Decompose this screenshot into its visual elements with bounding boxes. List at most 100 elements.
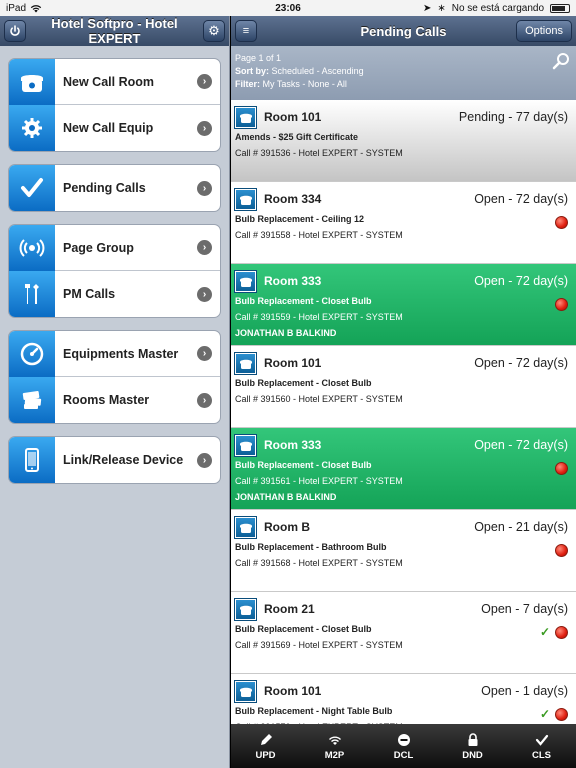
calls-list: Room 101 Pending - 77 day(s) Amends - $25 … [231,100,576,740]
left-panel: Hotel Softpro - Hotel EXPERT ⚙ New Call … [0,16,230,768]
telephone-icon [234,105,257,129]
call-status: Pending - 77 day(s) [458,110,568,124]
room-name: Room 101 [264,684,322,698]
cards-icon [9,377,55,423]
room-name: Room 21 [264,602,315,616]
room-name: Room 333 [264,274,322,288]
call-header: Room 333 Open - 72 day(s) [234,269,572,293]
menu-group: Link/Release Device › [8,436,221,484]
call-number: Call # 391536 - Hotel EXPERT - SYSTEM [235,148,403,158]
gear-icon [9,105,55,151]
menu-item-page-group[interactable]: Page Group › [9,225,220,271]
call-number: Call # 391560 - Hotel EXPERT - SYSTEM [235,394,403,404]
call-header: Room B Open - 21 day(s) [234,515,572,539]
priority-dot-icon [555,708,568,721]
call-status: Open - 72 day(s) [474,274,568,288]
call-description: Bulb Replacement - Closet Bulb [235,296,372,306]
call-row[interactable]: Room 21 Open - 7 day(s) Bulb Replacement -… [231,592,576,674]
menu-group: Page Group › PM Calls › [8,224,221,318]
call-row[interactable]: Room 334 Open - 72 day(s) Bulb Replacement… [231,182,576,264]
menu-item-rooms-master[interactable]: Rooms Master › [9,377,220,423]
settings-button[interactable]: ⚙ [203,20,225,42]
menu-item-label: Pending Calls [63,181,146,195]
menu-item-new-call-equip[interactable]: New Call Equip › [9,105,220,151]
menu-item-link-release-device[interactable]: Link/Release Device › [9,437,220,483]
chevron-right-icon: › [197,346,212,361]
tab-cls[interactable]: CLS [507,724,576,768]
menu-item-label: Page Group [63,240,134,255]
tab-upd[interactable]: UPD [231,724,300,768]
call-description: Bulb Replacement - Closet Bulb [235,624,372,634]
call-status: Open - 7 day(s) [481,602,568,616]
wifi-icon [328,732,342,748]
pencil-icon [259,732,273,748]
lock-icon [467,732,479,748]
clock: 23:06 [275,2,301,14]
telephone-icon [234,679,257,703]
chevron-right-icon: › [197,74,212,89]
left-nav-bar: Hotel Softpro - Hotel EXPERT ⚙ [0,16,229,46]
tab-dcl[interactable]: DCL [369,724,438,768]
tab-label: UPD [255,749,276,761]
call-description: Bulb Replacement - Closet Bulb [235,460,372,470]
call-row[interactable]: Room 101 Pending - 77 day(s) Amends - $25 … [231,100,576,182]
call-row[interactable]: Room 101 Open - 72 day(s) Bulb Replacement… [231,346,576,428]
telephone-icon [234,515,257,539]
filter-value: My Tasks - None - All [262,79,347,89]
app-title: Hotel Softpro - Hotel EXPERT [51,16,178,46]
chevron-right-icon: › [197,180,212,196]
priority-dot-icon [555,626,568,639]
call-status: Open - 72 day(s) [474,356,568,370]
power-icon [10,25,20,36]
chevron-right-icon: › [197,392,212,408]
search-icon[interactable] [552,52,570,70]
chevron-right-icon: › [197,120,212,136]
gauge-icon [9,331,55,377]
call-description: Amends - $25 Gift Certificate [235,132,359,142]
sort-line: Sort by: Scheduled - Ascending [235,65,572,78]
call-row[interactable]: Room B Open - 21 day(s) Bulb Replacement -… [231,510,576,592]
filter-line: Filter: My Tasks - None - All [235,78,572,91]
telephone-icon [234,187,257,211]
checkmark-icon: ✓ [539,707,550,721]
call-number: Call # 391559 - Hotel EXPERT - SYSTEM [235,312,403,322]
menu-item-new-call-room[interactable]: New Call Room › [9,59,220,105]
room-name: Room 334 [264,192,322,206]
call-row[interactable]: Room 333 Open - 72 day(s) Bulb Replacement… [231,264,576,346]
gear-icon: ⚙ [208,23,220,38]
telephone-icon [234,433,257,457]
room-name: Room 101 [264,110,322,124]
menu-item-equipments-master[interactable]: Equipments Master › [9,331,220,377]
assigned-technician: JONATHAN B BALKIND [235,328,337,338]
call-status: Open - 72 day(s) [474,438,568,452]
broadcast-icon [9,225,55,271]
tab-label: DCL [393,749,414,761]
call-status: Open - 21 day(s) [474,520,568,534]
room-name: Room 333 [264,438,322,452]
call-status: Open - 1 day(s) [481,684,568,698]
menu-group: Pending Calls › [8,164,221,212]
menu-item-label: Equipments Master [63,346,179,361]
options-button[interactable]: Options [516,20,572,42]
tab-m2p[interactable]: M2P [300,724,369,768]
tab-dnd[interactable]: DND [438,724,507,768]
priority-dot-icon [555,298,568,311]
assigned-technician: JONATHAN B BALKIND [235,492,337,502]
menu-item-label: PM Calls [63,287,116,301]
menu-toggle-button[interactable]: ≡ [235,20,257,42]
menu-item-pending-calls[interactable]: Pending Calls › [9,165,220,211]
menu-item-pm-calls[interactable]: PM Calls › [9,271,220,317]
tab-label: M2P [324,749,345,761]
power-button[interactable] [4,20,26,42]
call-number: Call # 391569 - Hotel EXPERT - SYSTEM [235,640,403,650]
call-header: Room 101 Open - 72 day(s) [234,351,572,375]
call-header: Room 101 Pending - 77 day(s) [234,105,572,129]
call-row[interactable]: Room 333 Open - 72 day(s) Bulb Replacement… [231,428,576,510]
call-description: Bulb Replacement - Night Table Bulb [235,706,393,716]
call-description: Bulb Replacement - Ceiling 12 [235,214,365,224]
filter-label: Filter: [235,79,261,89]
menu-group: New Call Room › New Call Equip › [8,58,221,152]
right-panel: ≡ Pending Calls Options Page 1 of 1 Sort… [231,16,576,768]
room-name: Room B [264,520,310,534]
call-description: Bulb Replacement - Closet Bulb [235,378,372,388]
